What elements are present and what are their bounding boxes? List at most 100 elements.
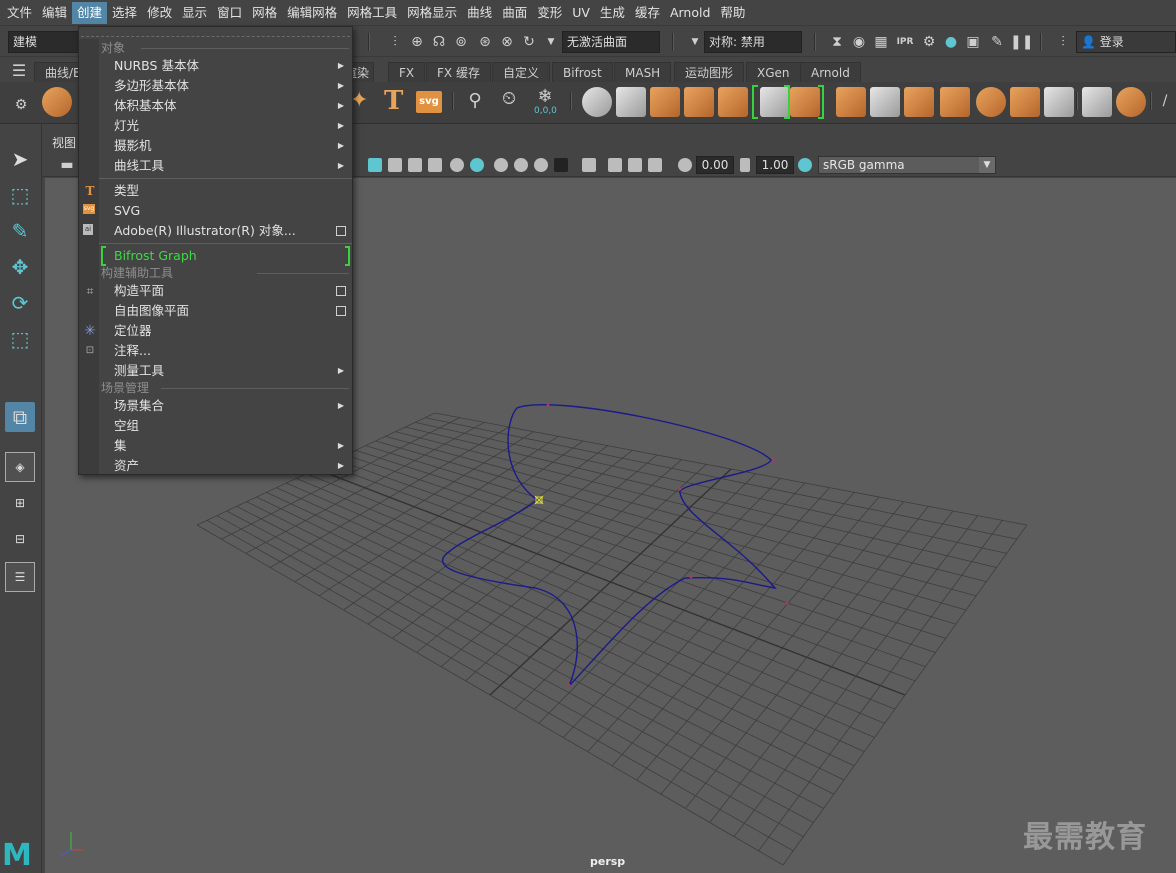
menu-item-illustrator[interactable]: Adobe(R) Illustrator(R) 对象...: [99, 221, 352, 241]
menu-surfaces[interactable]: 曲面: [497, 2, 532, 24]
rotate-pieces-icon[interactable]: [790, 87, 820, 117]
menu-item-empty-group[interactable]: 空组: [99, 416, 352, 436]
cube-group-icon[interactable]: [650, 87, 680, 117]
lighting-icon[interactable]: [428, 158, 442, 172]
pause-icon[interactable]: ❚❚: [1010, 33, 1033, 51]
menu-item-nurbs-primitives[interactable]: NURBS 基本体 ▶: [99, 56, 352, 76]
menu-item-scene-assembly[interactable]: 场景集合 ▶: [99, 396, 352, 416]
tab-xgen[interactable]: XGen: [746, 62, 801, 82]
sidebar-toggle-icon[interactable]: ⫶: [1054, 33, 1072, 51]
live-surface-field[interactable]: 无激活曲面: [562, 31, 660, 53]
four-view-icon[interactable]: ⊞: [5, 488, 35, 518]
gamma-field[interactable]: 1.00: [756, 156, 794, 174]
menu-mesh[interactable]: 网格: [247, 2, 282, 24]
hypershade-icon[interactable]: ●: [942, 33, 960, 51]
option-box-icon[interactable]: [336, 286, 346, 296]
nurbs-curve[interactable]: [442, 404, 777, 687]
shelf-menu-icon[interactable]: ☰: [10, 62, 28, 80]
resolution-gate-icon[interactable]: [608, 158, 622, 172]
ball-grid-icon[interactable]: [1116, 87, 1146, 117]
snap-point-icon[interactable]: ⊚: [452, 33, 470, 51]
timer-icon[interactable]: ⏲: [500, 90, 518, 108]
plane-stack-icon[interactable]: [1044, 87, 1074, 117]
menu-item-polygon-primitives[interactable]: 多边形基本体 ▶: [99, 76, 352, 96]
menu-item-svg[interactable]: SVG: [99, 201, 352, 221]
menu-item-sets[interactable]: 集 ▶: [99, 436, 352, 456]
menu-arnold[interactable]: Arnold: [665, 2, 715, 24]
camera-icon[interactable]: ▬: [58, 156, 76, 174]
svg-tool-icon[interactable]: svg: [416, 91, 442, 113]
planes-icon[interactable]: [870, 87, 900, 117]
menu-item-lights[interactable]: 灯光 ▶: [99, 116, 352, 136]
menu-display[interactable]: 显示: [177, 2, 212, 24]
motion-blur-icon[interactable]: [494, 158, 508, 172]
tab-bifrost[interactable]: Bifrost: [552, 62, 613, 82]
two-view-icon[interactable]: ⊟: [5, 524, 35, 554]
menu-item-measure-tools[interactable]: 测量工具 ▶: [99, 361, 352, 381]
grid-quad-icon[interactable]: [616, 87, 646, 117]
field-chart-icon[interactable]: [648, 158, 662, 172]
menu-item-curve-tools[interactable]: 曲线工具 ▶: [99, 156, 352, 176]
tab-fx[interactable]: FX: [388, 62, 426, 82]
exposure-icon[interactable]: [678, 158, 692, 172]
render-setup-icon[interactable]: ▣: [964, 33, 982, 51]
snap-dropdown-icon[interactable]: ▼: [542, 33, 560, 51]
menu-cache[interactable]: 缓存: [630, 2, 665, 24]
aa-icon[interactable]: [514, 158, 528, 172]
render-settings-icon[interactable]: ⚙: [920, 33, 938, 51]
menu-item-cameras[interactable]: 摄影机 ▶: [99, 136, 352, 156]
menu-item-type[interactable]: 类型: [99, 181, 352, 201]
outliner-tool-icon[interactable]: ⧉: [5, 402, 35, 432]
menu-edit-mesh[interactable]: 编辑网格: [282, 2, 342, 24]
tab-fx-cache[interactable]: FX 缓存: [426, 62, 491, 82]
blocks-icon[interactable]: [940, 87, 970, 117]
menu-item-bifrost-graph[interactable]: Bifrost Graph: [99, 246, 352, 266]
tab-mash[interactable]: MASH: [614, 62, 672, 82]
option-box-icon[interactable]: [336, 306, 346, 316]
menu-uv[interactable]: UV: [567, 2, 595, 24]
menu-file[interactable]: 文件: [2, 2, 37, 24]
staircase-icon[interactable]: [718, 87, 748, 117]
menu-modify[interactable]: 修改: [142, 2, 177, 24]
menu-item-construction-plane[interactable]: 构造平面: [99, 281, 352, 301]
curve-start-marker[interactable]: [534, 495, 544, 505]
textured-icon[interactable]: [408, 158, 422, 172]
xray-icon[interactable]: [582, 158, 596, 172]
pen-icon[interactable]: /: [1156, 92, 1174, 110]
frame-select-icon[interactable]: [1082, 87, 1112, 117]
login-button[interactable]: 👤 登录: [1076, 31, 1176, 53]
smooth-shade-icon[interactable]: [388, 158, 402, 172]
tear-off-handle[interactable]: [81, 29, 350, 37]
paint-select-icon[interactable]: ✎: [5, 216, 35, 246]
wheel-icon[interactable]: [976, 87, 1006, 117]
snap-surface-icon[interactable]: ⊗: [498, 33, 516, 51]
menu-create[interactable]: 创建: [72, 1, 108, 24]
menu-help[interactable]: 帮助: [715, 2, 750, 24]
tab-custom[interactable]: 自定义: [492, 62, 551, 82]
layer-icon[interactable]: [582, 87, 612, 117]
shadows-icon[interactable]: [450, 158, 464, 172]
select-tool-icon[interactable]: ➤: [5, 144, 35, 174]
grid-tile-icon[interactable]: [684, 87, 714, 117]
colorspace-select[interactable]: sRGB gamma ▼: [818, 156, 996, 174]
snowflake-icon[interactable]: ❄: [536, 88, 554, 106]
single-view-icon[interactable]: ◈: [5, 452, 35, 482]
box-icon[interactable]: [904, 87, 934, 117]
text-tool-icon[interactable]: T: [384, 86, 403, 116]
snap-view-icon[interactable]: ⊛: [476, 33, 494, 51]
dof-icon[interactable]: [534, 158, 548, 172]
symmetry-field[interactable]: 对称: 禁用: [704, 31, 802, 53]
render-frame-icon[interactable]: ▦: [872, 33, 890, 51]
wireframe-shaded-icon[interactable]: [368, 158, 382, 172]
menu-deform[interactable]: 变形: [532, 2, 567, 24]
shard-icon[interactable]: [1010, 87, 1040, 117]
exposure-field[interactable]: 0.00: [696, 156, 734, 174]
tab-arnold[interactable]: Arnold: [800, 62, 861, 82]
snap-grid-icon[interactable]: ⊕: [408, 33, 426, 51]
shelf-gear-icon[interactable]: ⚙: [12, 96, 30, 114]
sweep-mesh-icon[interactable]: ⚲: [466, 92, 484, 110]
gamma-icon[interactable]: [740, 158, 750, 172]
ipr-render-icon[interactable]: IPR: [896, 33, 914, 51]
scale-tool-icon[interactable]: ⬚: [5, 324, 35, 354]
menu-mesh-tools[interactable]: 网格工具: [342, 2, 402, 24]
